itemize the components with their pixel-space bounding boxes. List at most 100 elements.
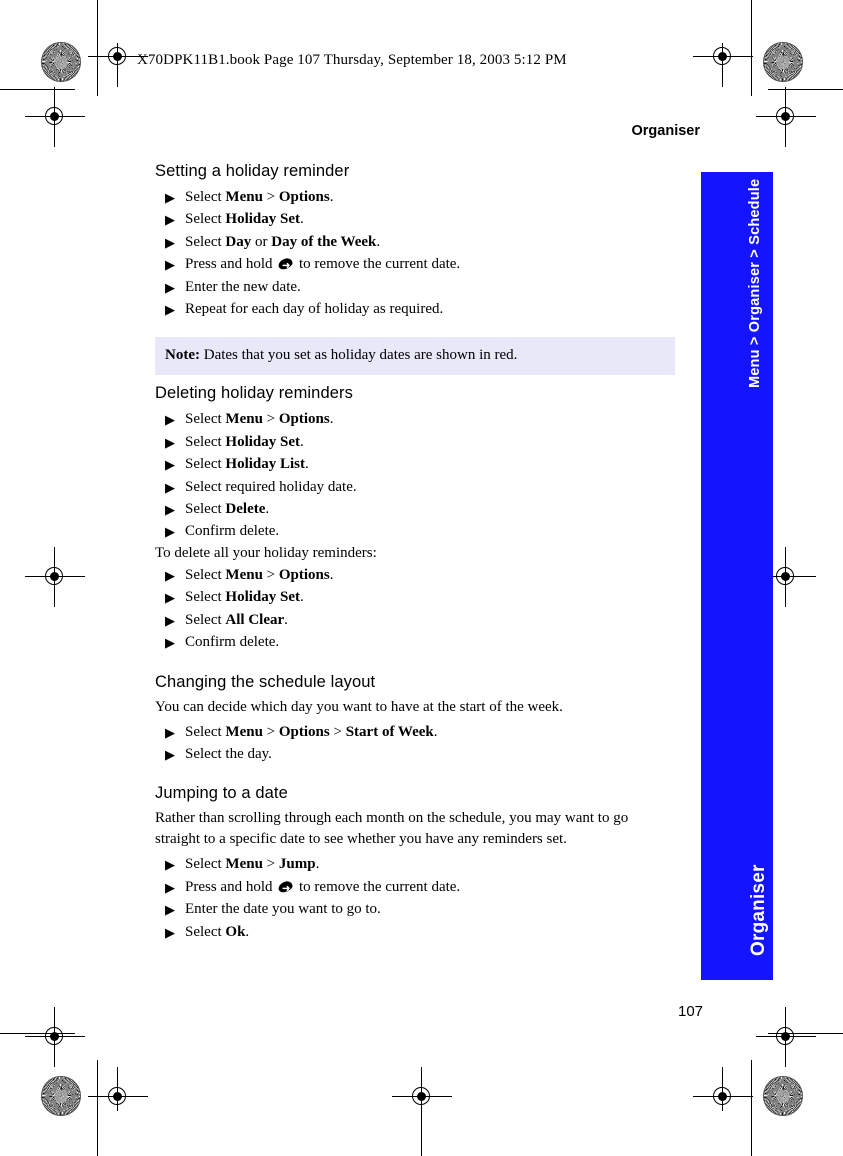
step-text: > [262,411,279,428]
step-item: ▶ Select required holiday date. [155,476,675,498]
step-item: ▶ Select Menu > Jump. [155,853,675,875]
step-bullet-icon: ▶ [165,724,175,740]
step-emphasis: Jump [278,856,316,873]
step-emphasis: Day [225,233,252,250]
step-emphasis: Holiday Set [225,433,300,450]
step-emphasis: Delete [225,501,266,518]
intro-jumping-to-a-date: Rather than scrolling through each month… [155,810,629,848]
registration-mark-bottom-left [88,1067,148,1111]
step-text: Select required holiday date. [185,478,357,495]
step-bullet-icon: ▶ [165,212,175,228]
step-list-changing-the-schedule-layout: ▶ Select Menu > Options > Start of Week. ▶… [155,721,675,766]
step-item: ▶ Select Menu > Options. [155,408,675,430]
section-heading-deleting-holiday-reminders: Deleting holiday reminders [155,384,353,403]
step-list-jumping-to-a-date: ▶ Select Menu > Jump. ▶ Press and hold to r… [155,853,675,943]
step-item: ▶ Select Menu > Options. [155,186,675,208]
step-text: . [433,723,438,740]
step-text: . [315,856,320,873]
page-number: 107 [678,1003,704,1020]
step-text: Enter the date you want to go to. [185,901,381,918]
step-emphasis: Menu [225,189,263,205]
step-item: ▶ Enter the new date. [155,276,675,298]
step-item: ▶ Select Holiday Set. [155,431,675,453]
section-heading-setting-a-holiday-reminder: Setting a holiday reminder [155,162,350,180]
step-list-delete-all-holiday-reminders: ▶ Select Menu > Options. ▶ Select Holiday S… [155,564,675,654]
step-text: Enter the new date. [185,278,301,295]
step-bullet-icon: ▶ [165,635,175,651]
density-star-mark-top-left [41,42,81,82]
crop-line-top-right-horizontal [768,89,843,90]
section-heading-jumping-to-a-date: Jumping to a date [155,784,288,803]
step-bullet-icon: ▶ [165,234,175,250]
density-star-mark-top-right [763,42,803,82]
step-bullet-icon: ▶ [165,479,175,495]
registration-mark-upper-left-inner [25,87,85,147]
step-item: ▶ Confirm delete. [155,520,675,542]
step-list-setting-a-holiday-reminder: ▶ Select Menu > Options. ▶ Select Holiday S… [155,186,675,320]
step-text: Select [185,566,226,583]
step-text: Select [185,411,226,428]
step-item: ▶ Select Holiday Set. [155,208,675,230]
crop-line-top-left-vertical [97,0,98,96]
intro-changing-the-schedule-layout: You can decide which day you want to hav… [155,698,563,715]
step-bullet-icon: ▶ [165,434,175,450]
step-bullet-icon: ▶ [165,257,175,273]
step-text: Select [185,233,226,250]
step-bullet-icon: ▶ [165,524,175,540]
registration-mark-top-right [693,43,753,87]
crop-line-bottom-center-vertical [421,1083,422,1156]
step-emphasis: All Clear [225,611,285,628]
step-emphasis: Start of Week [345,723,434,740]
step-text: Select [185,589,226,606]
step-emphasis: Options [278,411,330,428]
step-emphasis: Options [278,723,330,740]
step-text: . [305,456,309,473]
step-text: Confirm delete. [185,523,280,540]
running-head: Organiser [631,123,701,139]
step-text: . [376,233,381,250]
step-text: > [262,189,279,205]
step-bullet-icon: ▶ [165,412,175,428]
step-bullet-icon: ▶ [165,302,175,318]
density-star-mark-bottom-right [763,1076,803,1116]
crop-line-top-left-horizontal [0,89,75,90]
step-text: . [329,566,334,583]
note-label: Note: [165,347,200,364]
step-text: > [262,566,279,583]
step-item: ▶ Select Ok. [155,921,675,943]
step-emphasis: Holiday List [225,456,306,473]
step-item: ▶ Press and hold to remove the current da… [155,876,675,898]
step-emphasis: Menu [225,411,263,428]
step-bullet-icon: ▶ [165,190,175,205]
step-item: ▶ Select All Clear. [155,609,675,631]
step-item: ▶ Select Menu > Options > Start of Week. [155,721,675,743]
step-item: ▶ Select Holiday Set. [155,586,675,608]
lead-in-delete-all: To delete all your holiday reminders: [155,544,377,561]
step-bullet-icon: ▶ [165,857,175,873]
step-text: Select [185,456,226,473]
step-text: . [329,189,334,205]
step-text: > [262,856,279,873]
clear-key-icon [278,258,293,270]
step-emphasis: Options [278,566,330,583]
step-item: ▶ Enter the date you want to go to. [155,898,675,920]
clear-key-icon [278,881,293,893]
step-emphasis: Holiday Set [225,211,300,228]
step-text: . [300,589,304,606]
section-heading-changing-the-schedule-layout: Changing the schedule layout [155,672,376,691]
step-item: ▶ Repeat for each day of holiday as requi… [155,298,675,320]
registration-mark-bottom-right [693,1067,753,1111]
step-text: Select [185,611,226,628]
step-text: or [251,233,272,250]
step-emphasis: Menu [225,723,263,740]
crop-line-bottom-left-horizontal [0,1033,75,1034]
step-item: ▶ Press and hold to remove the current da… [155,253,675,275]
side-tab-chapter-label: Organiser [748,864,769,956]
step-text: Confirm delete. [185,634,280,651]
step-text: Repeat for each day of holiday as requir… [185,301,444,318]
step-text: Select [185,211,226,228]
crop-line-bottom-right-vertical [751,1060,752,1156]
crop-line-bottom-right-horizontal [768,1033,843,1034]
step-text: Select [185,923,226,940]
step-bullet-icon: ▶ [165,502,175,518]
